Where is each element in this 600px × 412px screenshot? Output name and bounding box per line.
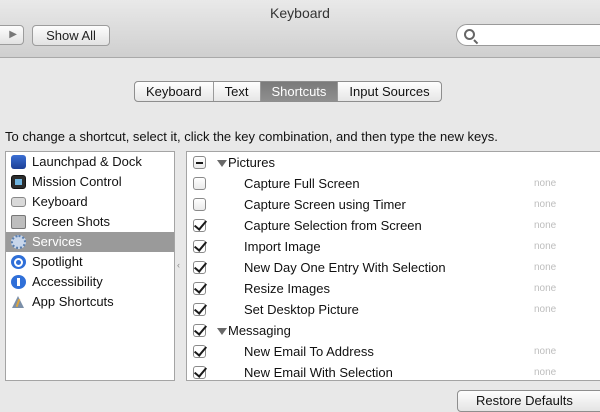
spotlight-icon bbox=[11, 255, 26, 269]
shortcut-key[interactable]: none bbox=[534, 194, 556, 215]
app-shortcuts-icon bbox=[11, 295, 26, 309]
category-label: Accessibility bbox=[32, 274, 103, 289]
category-label: Launchpad & Dock bbox=[32, 154, 142, 169]
category-label: Spotlight bbox=[32, 254, 83, 269]
shortcut-row[interactable]: Capture Selection from Screen none bbox=[187, 215, 600, 236]
window-toolbar: Keyboard ▶ Show All bbox=[0, 0, 600, 58]
tab-bar: Keyboard Text Shortcuts Input Sources bbox=[134, 81, 442, 102]
category-mission-control[interactable]: Mission Control bbox=[6, 172, 174, 192]
shortcut-checkbox[interactable] bbox=[193, 303, 206, 316]
category-launchpad-dock[interactable]: Launchpad & Dock bbox=[6, 152, 174, 172]
category-label: Mission Control bbox=[32, 174, 122, 189]
shortcut-checkbox[interactable] bbox=[193, 345, 206, 358]
category-screen-shots[interactable]: Screen Shots bbox=[6, 212, 174, 232]
category-spotlight[interactable]: Spotlight bbox=[6, 252, 174, 272]
tab-text[interactable]: Text bbox=[214, 82, 261, 101]
shortcut-label: New Email To Address bbox=[244, 344, 374, 359]
shortcut-row[interactable]: New Email To Address none bbox=[187, 341, 600, 362]
shortcut-label: New Email With Selection bbox=[244, 365, 393, 380]
shortcut-label: Capture Full Screen bbox=[244, 176, 360, 191]
category-app-shortcuts[interactable]: App Shortcuts bbox=[6, 292, 174, 312]
mission-control-icon bbox=[11, 175, 26, 189]
shortcut-label: Import Image bbox=[244, 239, 321, 254]
tab-keyboard[interactable]: Keyboard bbox=[135, 82, 214, 101]
shortcut-checkbox[interactable] bbox=[193, 261, 206, 274]
shortcut-checkbox[interactable] bbox=[193, 219, 206, 232]
category-list: Launchpad & Dock Mission Control Keyboar… bbox=[5, 151, 175, 381]
shortcut-row[interactable]: Resize Images none bbox=[187, 278, 600, 299]
category-label: App Shortcuts bbox=[32, 294, 114, 309]
shortcut-key[interactable]: none bbox=[534, 299, 556, 320]
group-label: Pictures bbox=[228, 155, 275, 170]
shortcut-label: Capture Screen using Timer bbox=[244, 197, 406, 212]
tab-input-sources[interactable]: Input Sources bbox=[338, 82, 440, 101]
shortcut-label: Set Desktop Picture bbox=[244, 302, 359, 317]
category-accessibility[interactable]: Accessibility bbox=[6, 272, 174, 292]
disclosure-triangle-icon[interactable] bbox=[217, 328, 227, 335]
category-keyboard[interactable]: Keyboard bbox=[6, 192, 174, 212]
category-services[interactable]: Services bbox=[6, 232, 174, 252]
shortcut-key[interactable]: none bbox=[534, 236, 556, 257]
shortcut-row[interactable]: Set Desktop Picture none bbox=[187, 299, 600, 320]
shortcut-key[interactable]: none bbox=[534, 173, 556, 194]
instruction-text: To change a shortcut, select it, click t… bbox=[5, 129, 498, 144]
shortcut-checkbox[interactable] bbox=[193, 282, 206, 295]
show-all-button[interactable]: Show All bbox=[32, 25, 110, 46]
group-checkbox-pictures[interactable] bbox=[193, 156, 206, 169]
tab-shortcuts[interactable]: Shortcuts bbox=[260, 82, 339, 101]
disclosure-triangle-icon[interactable] bbox=[217, 160, 227, 167]
services-icon bbox=[11, 235, 26, 249]
shortcut-label: Resize Images bbox=[244, 281, 330, 296]
shortcut-checkbox[interactable] bbox=[193, 177, 206, 190]
shortcut-key[interactable]: none bbox=[534, 362, 556, 380]
shortcut-label: New Day One Entry With Selection bbox=[244, 260, 446, 275]
keyboard-icon bbox=[11, 197, 26, 207]
launchpad-icon bbox=[11, 155, 26, 169]
shortcut-row[interactable]: Capture Full Screen none bbox=[187, 173, 600, 194]
category-label: Keyboard bbox=[32, 194, 88, 209]
group-checkbox-messaging[interactable] bbox=[193, 324, 206, 337]
shortcut-key[interactable]: none bbox=[534, 215, 556, 236]
back-button[interactable]: ▶ bbox=[0, 25, 24, 45]
shortcut-key[interactable]: none bbox=[534, 278, 556, 299]
screenshot-icon bbox=[11, 215, 26, 229]
accessibility-icon bbox=[11, 275, 26, 289]
group-row-messaging[interactable]: Messaging bbox=[187, 320, 600, 341]
search-icon bbox=[464, 29, 475, 40]
search-field[interactable] bbox=[456, 24, 600, 46]
splitter-handle-icon[interactable]: ‹ bbox=[177, 260, 183, 270]
shortcut-row[interactable]: New Day One Entry With Selection none bbox=[187, 257, 600, 278]
shortcut-checkbox[interactable] bbox=[193, 198, 206, 211]
category-label: Services bbox=[32, 234, 82, 249]
shortcut-key[interactable]: none bbox=[534, 341, 556, 362]
shortcut-list: Pictures Capture Full Screen none Captur… bbox=[186, 151, 600, 381]
shortcut-checkbox[interactable] bbox=[193, 240, 206, 253]
category-label: Screen Shots bbox=[32, 214, 111, 229]
window-title: Keyboard bbox=[270, 5, 330, 21]
restore-defaults-button[interactable]: Restore Defaults bbox=[457, 390, 600, 412]
shortcut-key[interactable]: none bbox=[534, 257, 556, 278]
group-label: Messaging bbox=[228, 323, 291, 338]
shortcut-label: Capture Selection from Screen bbox=[244, 218, 422, 233]
shortcut-row[interactable]: Capture Screen using Timer none bbox=[187, 194, 600, 215]
group-row-pictures[interactable]: Pictures bbox=[187, 152, 600, 173]
shortcut-row[interactable]: New Email With Selection none bbox=[187, 362, 600, 380]
shortcut-checkbox[interactable] bbox=[193, 366, 206, 379]
shortcut-row[interactable]: Import Image none bbox=[187, 236, 600, 257]
search-input[interactable] bbox=[481, 27, 600, 45]
